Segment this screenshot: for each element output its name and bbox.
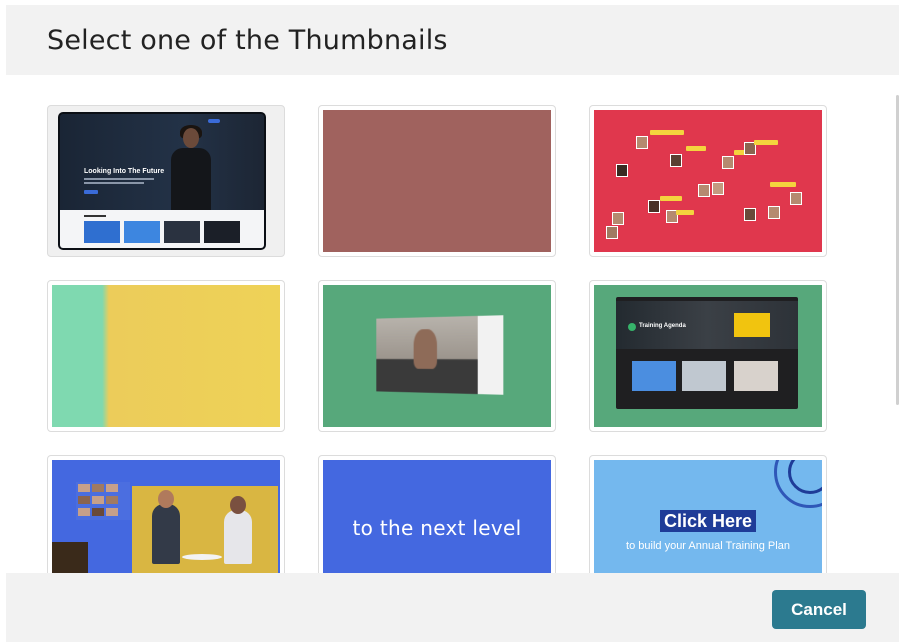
thumbnail-8[interactable]: to the next level <box>318 455 556 573</box>
thumbnail-8-caption: to the next level <box>352 516 522 540</box>
cancel-button[interactable]: Cancel <box>772 590 866 629</box>
thumbnail-grid[interactable]: Looking Into The Future Training Agenda … <box>6 75 899 573</box>
thumbnail-9-image: Click Here to build your Annual Training… <box>594 460 822 573</box>
dialog-title: Select one of the Thumbnails <box>47 25 448 56</box>
thumbnail-4[interactable] <box>47 280 285 432</box>
thumbnail-5[interactable] <box>318 280 556 432</box>
thumbnail-5-image <box>323 285 551 427</box>
thumbnail-1-headline: Looking Into The Future <box>84 168 165 175</box>
dialog-footer: Cancel <box>6 573 899 642</box>
thumbnail-6-headline: Training Agenda <box>639 323 686 329</box>
thumbnail-4-image <box>52 285 280 427</box>
thumbnail-1-image: Looking Into The Future <box>52 110 280 252</box>
thumbnail-6-image: Training Agenda <box>594 285 822 427</box>
thumbnail-3[interactable] <box>589 105 827 257</box>
thumbnail-7-image <box>52 460 280 573</box>
thumbnail-9-subcaption: to build your Annual Training Plan <box>626 540 790 552</box>
thumbnail-2-image <box>323 110 551 252</box>
thumbnail-picker-dialog: Select one of the Thumbnails Looking Int… <box>6 0 899 642</box>
thumbnail-1[interactable]: Looking Into The Future <box>47 105 285 257</box>
thumbnail-7[interactable] <box>47 455 285 573</box>
thumbnail-9-caption: Click Here <box>660 510 757 532</box>
thumbnail-9[interactable]: Click Here to build your Annual Training… <box>589 455 827 573</box>
dialog-header: Select one of the Thumbnails <box>6 5 899 75</box>
thumbnail-6[interactable]: Training Agenda <box>589 280 827 432</box>
thumbnail-2[interactable] <box>318 105 556 257</box>
thumbnail-8-image: to the next level <box>323 460 551 573</box>
thumbnail-3-image <box>594 110 822 252</box>
